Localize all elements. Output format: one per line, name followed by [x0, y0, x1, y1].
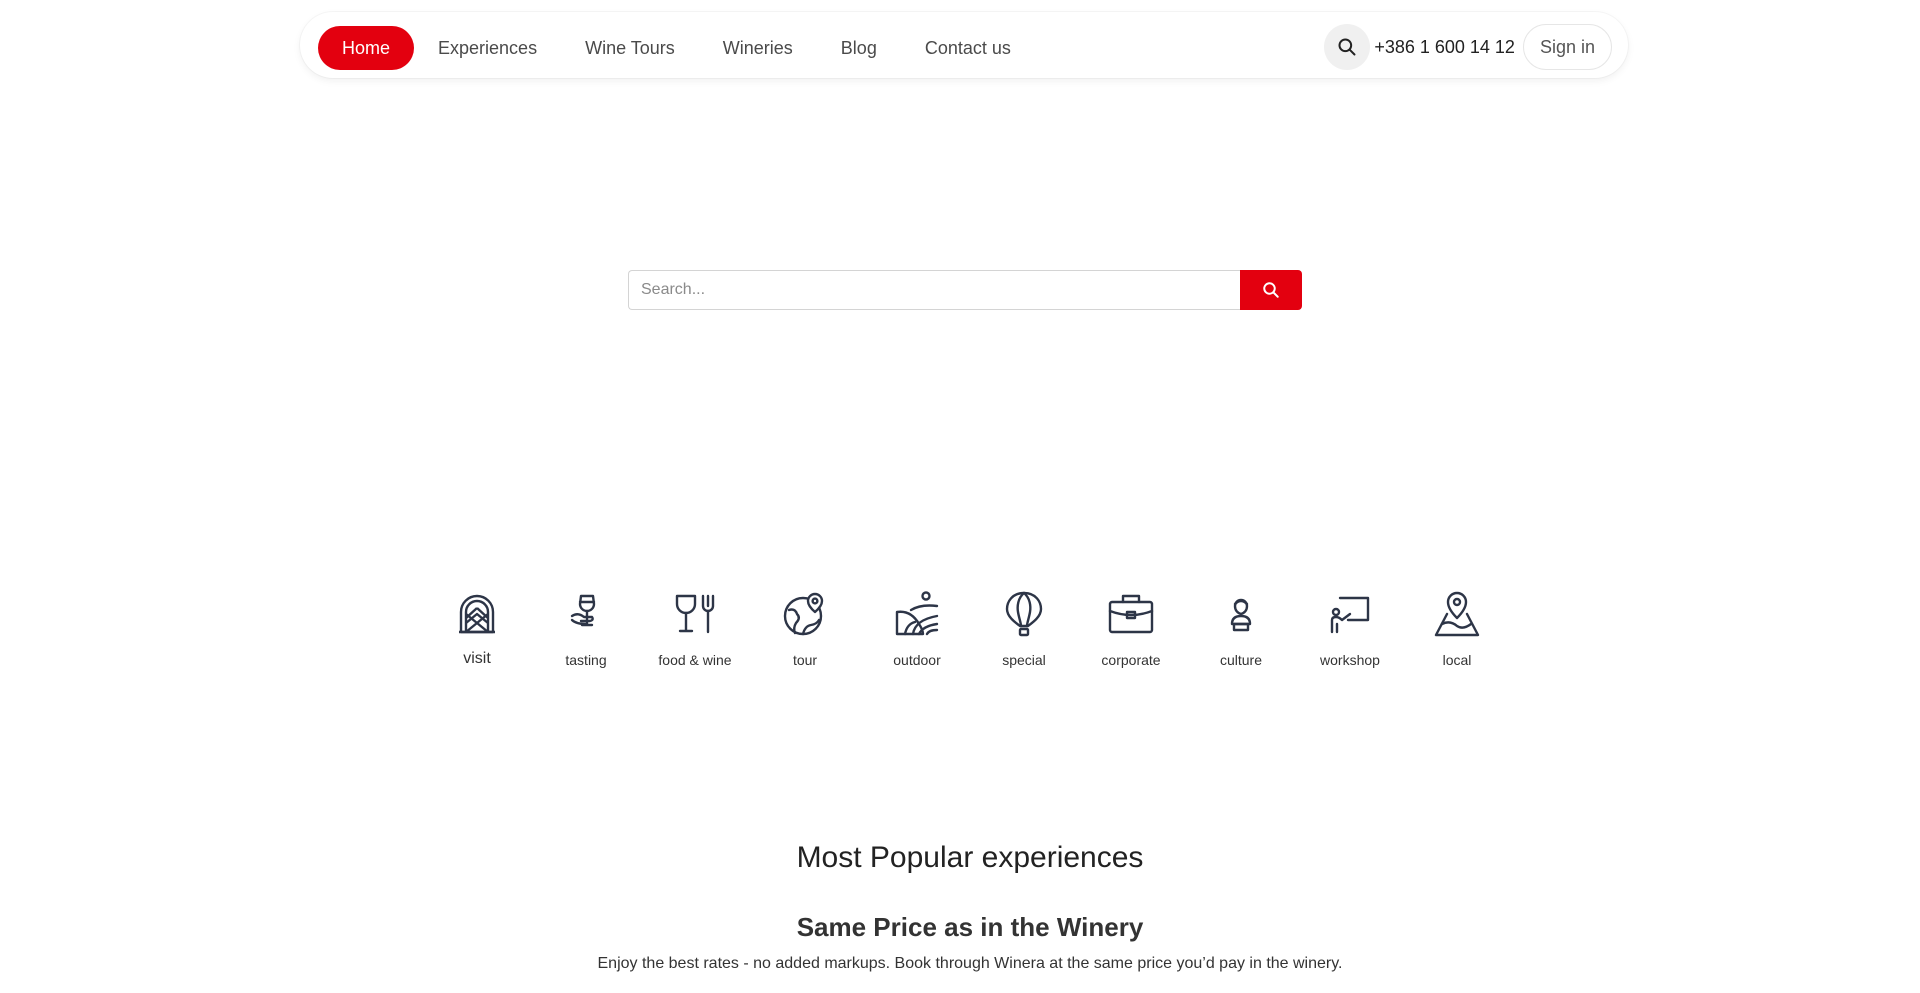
vineyard-field-icon — [895, 591, 939, 636]
map-pin-icon — [1434, 591, 1480, 637]
category-label: tasting — [565, 652, 607, 668]
search-icon — [1338, 38, 1356, 56]
phone-number[interactable]: +386 1 600 14 12 — [1374, 37, 1515, 58]
category-label: culture — [1219, 652, 1263, 668]
category-list: visit tasting food & wine tour outdoor s… — [0, 590, 1920, 690]
top-navbar: Home Experiences Wine Tours Wineries Blo… — [300, 12, 1628, 78]
category-corporate[interactable]: corporate — [1081, 590, 1181, 668]
search-bar — [628, 270, 1302, 310]
nav-blog[interactable]: Blog — [817, 26, 901, 70]
price-promise-text: Enjoy the best rates - no added markups.… — [597, 955, 1343, 972]
category-tasting[interactable]: tasting — [536, 590, 636, 668]
wine-glass-hand-icon — [570, 594, 596, 627]
category-label: tour — [792, 652, 818, 668]
category-label: local — [1442, 652, 1472, 668]
search-input[interactable] — [628, 270, 1240, 310]
globe-pin-icon — [783, 592, 824, 636]
nav-home[interactable]: Home — [318, 26, 415, 70]
category-label: special — [1002, 652, 1046, 668]
search-submit-button[interactable] — [1240, 270, 1302, 310]
category-label: food & wine — [658, 652, 732, 668]
nav-wineries[interactable]: Wineries — [699, 26, 817, 70]
category-visit[interactable]: visit — [427, 590, 527, 668]
category-label: corporate — [1101, 652, 1161, 668]
price-promise-title: Same Price as in the Winery — [796, 912, 1144, 942]
category-label: workshop — [1320, 652, 1380, 668]
nav-wine-tours[interactable]: Wine Tours — [561, 26, 699, 70]
sign-in-button[interactable]: Sign in — [1522, 24, 1612, 70]
search-icon — [1263, 282, 1279, 298]
glass-fork-icon — [675, 594, 715, 634]
hot-air-balloon-icon — [1005, 591, 1043, 637]
category-local[interactable]: local — [1407, 590, 1507, 668]
category-outdoor[interactable]: outdoor — [867, 590, 967, 668]
category-food-wine[interactable]: food & wine — [645, 590, 745, 668]
presentation-board-icon — [1330, 596, 1370, 634]
nav-actions: +386 1 600 14 12 Sign in — [1324, 24, 1612, 70]
category-tour[interactable]: tour — [755, 590, 855, 668]
bust-statue-icon — [1230, 598, 1252, 632]
category-special[interactable]: special — [974, 590, 1074, 668]
main-nav: Home Experiences Wine Tours Wineries Blo… — [318, 26, 1035, 70]
category-label: visit — [463, 650, 491, 667]
arch-door-icon — [459, 594, 495, 634]
category-label: outdoor — [893, 652, 941, 668]
briefcase-icon — [1108, 594, 1154, 634]
category-workshop[interactable]: workshop — [1300, 590, 1400, 668]
category-culture[interactable]: culture — [1191, 590, 1291, 668]
nav-search-button[interactable] — [1324, 24, 1371, 70]
nav-contact-us[interactable]: Contact us — [901, 26, 1035, 70]
popular-section-title: Most Popular experiences — [796, 841, 1144, 874]
nav-experiences[interactable]: Experiences — [414, 26, 561, 70]
